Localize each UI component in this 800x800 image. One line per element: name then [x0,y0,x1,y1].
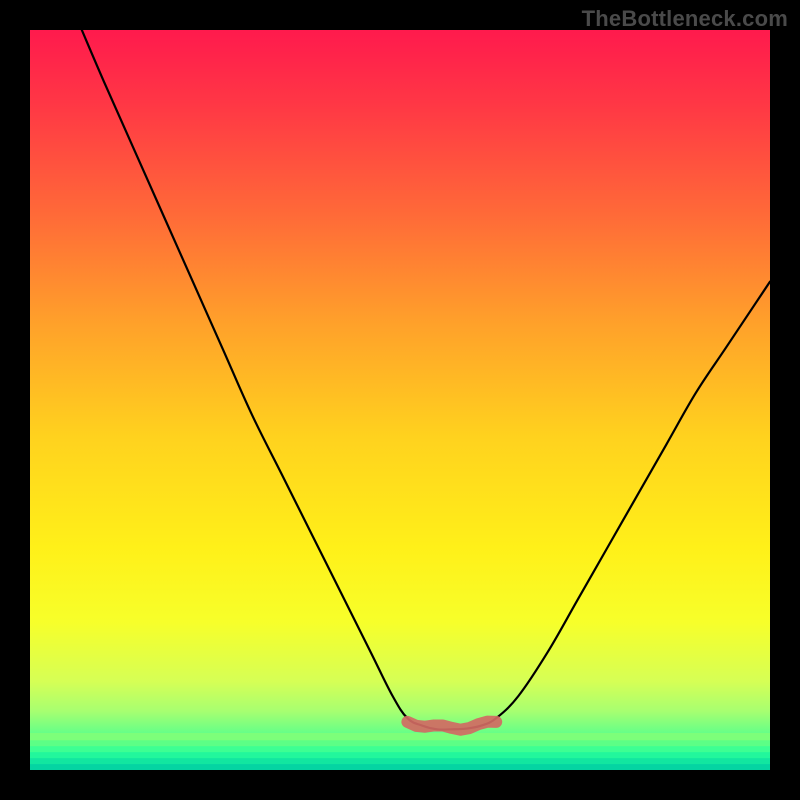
green-band [30,758,770,764]
green-band [30,746,770,752]
green-band-group [30,733,770,770]
chart-frame: TheBottleneck.com [0,0,800,800]
valley-marker [407,722,496,730]
green-band [30,752,770,758]
plot-area [30,30,770,770]
green-band [30,733,770,740]
gradient-background [30,30,770,770]
plot-svg [30,30,770,770]
green-band [30,740,770,746]
watermark-text: TheBottleneck.com [582,6,788,32]
green-band [30,764,770,770]
